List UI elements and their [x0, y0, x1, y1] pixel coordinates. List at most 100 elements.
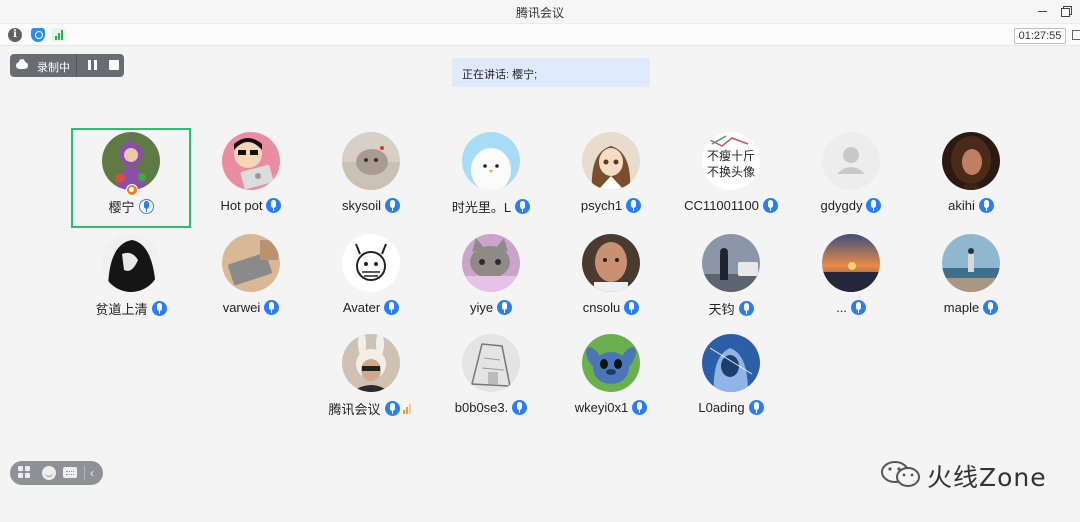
gallery-view-icon[interactable] — [18, 466, 32, 480]
avatar — [222, 132, 280, 190]
participant-tile[interactable]: gdygdy — [791, 128, 911, 228]
avatar — [702, 234, 760, 292]
microphone-icon[interactable] — [151, 301, 167, 316]
participant-name-row: ... — [791, 299, 911, 316]
microphone-icon[interactable] — [385, 198, 400, 214]
avatar — [942, 234, 1000, 292]
shield-icon[interactable] — [31, 28, 45, 42]
avatar — [342, 334, 400, 392]
volume-level-icon — [402, 403, 414, 414]
host-badge-icon — [126, 184, 138, 196]
participant-tile[interactable]: wkeyi0x1 — [551, 330, 671, 430]
recording-label: 录制中 — [37, 62, 70, 74]
microphone-icon[interactable] — [266, 198, 282, 214]
participant-name: L0ading — [698, 400, 745, 416]
minimize-icon[interactable] — [1035, 3, 1051, 19]
participant-name: gdygdy — [820, 198, 863, 214]
microphone-icon[interactable] — [384, 401, 400, 416]
info-icon[interactable]: i — [8, 28, 22, 42]
avatar — [222, 234, 280, 292]
microphone-icon[interactable] — [515, 199, 531, 214]
chat-icon[interactable] — [63, 467, 77, 478]
microphone-icon[interactable] — [626, 198, 642, 214]
participant-tile[interactable]: 天钧 — [671, 230, 791, 330]
participant-tile[interactable]: ... — [791, 230, 911, 330]
microphone-icon[interactable] — [748, 400, 764, 416]
participant-tile[interactable]: Avater — [311, 230, 431, 330]
participant-name-row: skysoil — [311, 197, 431, 214]
wechat-logo — [881, 461, 920, 487]
participant-name: 腾讯会议 — [328, 402, 381, 417]
participant-tile[interactable]: 不瘦十斤 不换头像 CC11001100 — [671, 128, 791, 228]
microphone-icon[interactable] — [512, 400, 528, 416]
microphone-icon[interactable] — [624, 300, 640, 316]
participant-name-row: CC11001100 — [671, 197, 791, 214]
participant-name-row: Avater — [311, 299, 431, 316]
participant-name: 时光里。L — [451, 200, 512, 215]
participant-name: cnsolu — [582, 300, 621, 316]
microphone-icon[interactable] — [138, 199, 154, 214]
pause-recording-button[interactable] — [86, 59, 100, 72]
participant-name: akihi — [948, 198, 975, 214]
signal-icon[interactable] — [52, 28, 66, 42]
avatar — [102, 132, 160, 190]
participant-tile[interactable]: yiye — [431, 230, 551, 330]
title-bar: 腾讯会议 — [0, 0, 1080, 23]
participant-tile[interactable]: akihi — [911, 128, 1031, 228]
microphone-icon[interactable] — [866, 198, 882, 214]
participant-tile[interactable]: b0b0se3. — [431, 330, 551, 430]
svg-text:不瘦十斤: 不瘦十斤 — [707, 148, 755, 163]
recording-status[interactable]: 录制中 — [10, 54, 76, 77]
avatar — [462, 234, 520, 292]
participant-tile[interactable]: cnsolu — [551, 230, 671, 330]
fullscreen-icon[interactable] — [1072, 30, 1080, 40]
participant-name-row: 天钧 — [671, 299, 791, 318]
participant-tile[interactable]: skysoil — [311, 128, 431, 228]
recording-bar: 录制中 — [10, 54, 124, 77]
emoji-icon[interactable] — [42, 466, 56, 480]
participant-tile[interactable]: 腾讯会议 — [311, 330, 431, 430]
participant-name: b0b0se3. — [454, 400, 509, 416]
avatar — [342, 132, 400, 190]
participant-name-row: 时光里。L — [431, 197, 551, 216]
participant-tile[interactable]: Hot pot — [191, 128, 311, 228]
participant-name: skysoil — [341, 198, 381, 214]
participant-name: Hot pot — [220, 198, 263, 214]
participant-tile[interactable]: 时光里。L — [431, 128, 551, 228]
participant-tile[interactable]: psych1 — [551, 128, 671, 228]
participant-name: ... — [836, 300, 847, 316]
participant-tile[interactable]: L0ading — [671, 330, 791, 430]
microphone-icon[interactable] — [850, 300, 866, 316]
microphone-icon[interactable] — [978, 198, 994, 214]
participant-tile[interactable]: 贫道上清 — [71, 230, 191, 330]
avatar: 不瘦十斤 不换头像 — [702, 132, 760, 190]
participant-tile[interactable]: maple — [911, 230, 1031, 330]
microphone-icon[interactable] — [762, 198, 778, 214]
microphone-icon[interactable] — [497, 300, 513, 316]
microphone-icon[interactable] — [264, 300, 280, 316]
participant-name-row: 腾讯会议 — [311, 399, 431, 418]
participant-name: Avater — [342, 300, 381, 316]
participant-name-row: Hot pot — [191, 197, 311, 214]
participant-name: yiye — [469, 300, 494, 316]
participant-name: varwei — [222, 300, 261, 316]
participant-tile[interactable]: 樱宁 — [71, 128, 191, 228]
microphone-icon[interactable] — [384, 300, 400, 316]
participant-name-row: wkeyi0x1 — [551, 399, 671, 416]
divider — [76, 54, 77, 77]
speaking-banner: 正在讲话: 樱宁; — [452, 58, 650, 87]
participant-name-row: 樱宁 — [71, 197, 191, 216]
stop-recording-button[interactable] — [107, 59, 121, 72]
divider — [84, 466, 85, 480]
avatar — [582, 234, 640, 292]
participant-name: maple — [943, 300, 980, 316]
chevron-left-icon[interactable]: ‹ — [90, 466, 100, 480]
watermark-text: 火线Zone — [927, 463, 1047, 492]
microphone-icon[interactable] — [738, 301, 754, 316]
microphone-icon[interactable] — [983, 300, 999, 316]
microphone-icon[interactable] — [632, 400, 648, 416]
participant-name: psych1 — [580, 198, 623, 214]
restore-icon[interactable] — [1058, 3, 1074, 19]
participant-name: CC11001100 — [684, 198, 759, 214]
participant-tile[interactable]: varwei — [191, 230, 311, 330]
